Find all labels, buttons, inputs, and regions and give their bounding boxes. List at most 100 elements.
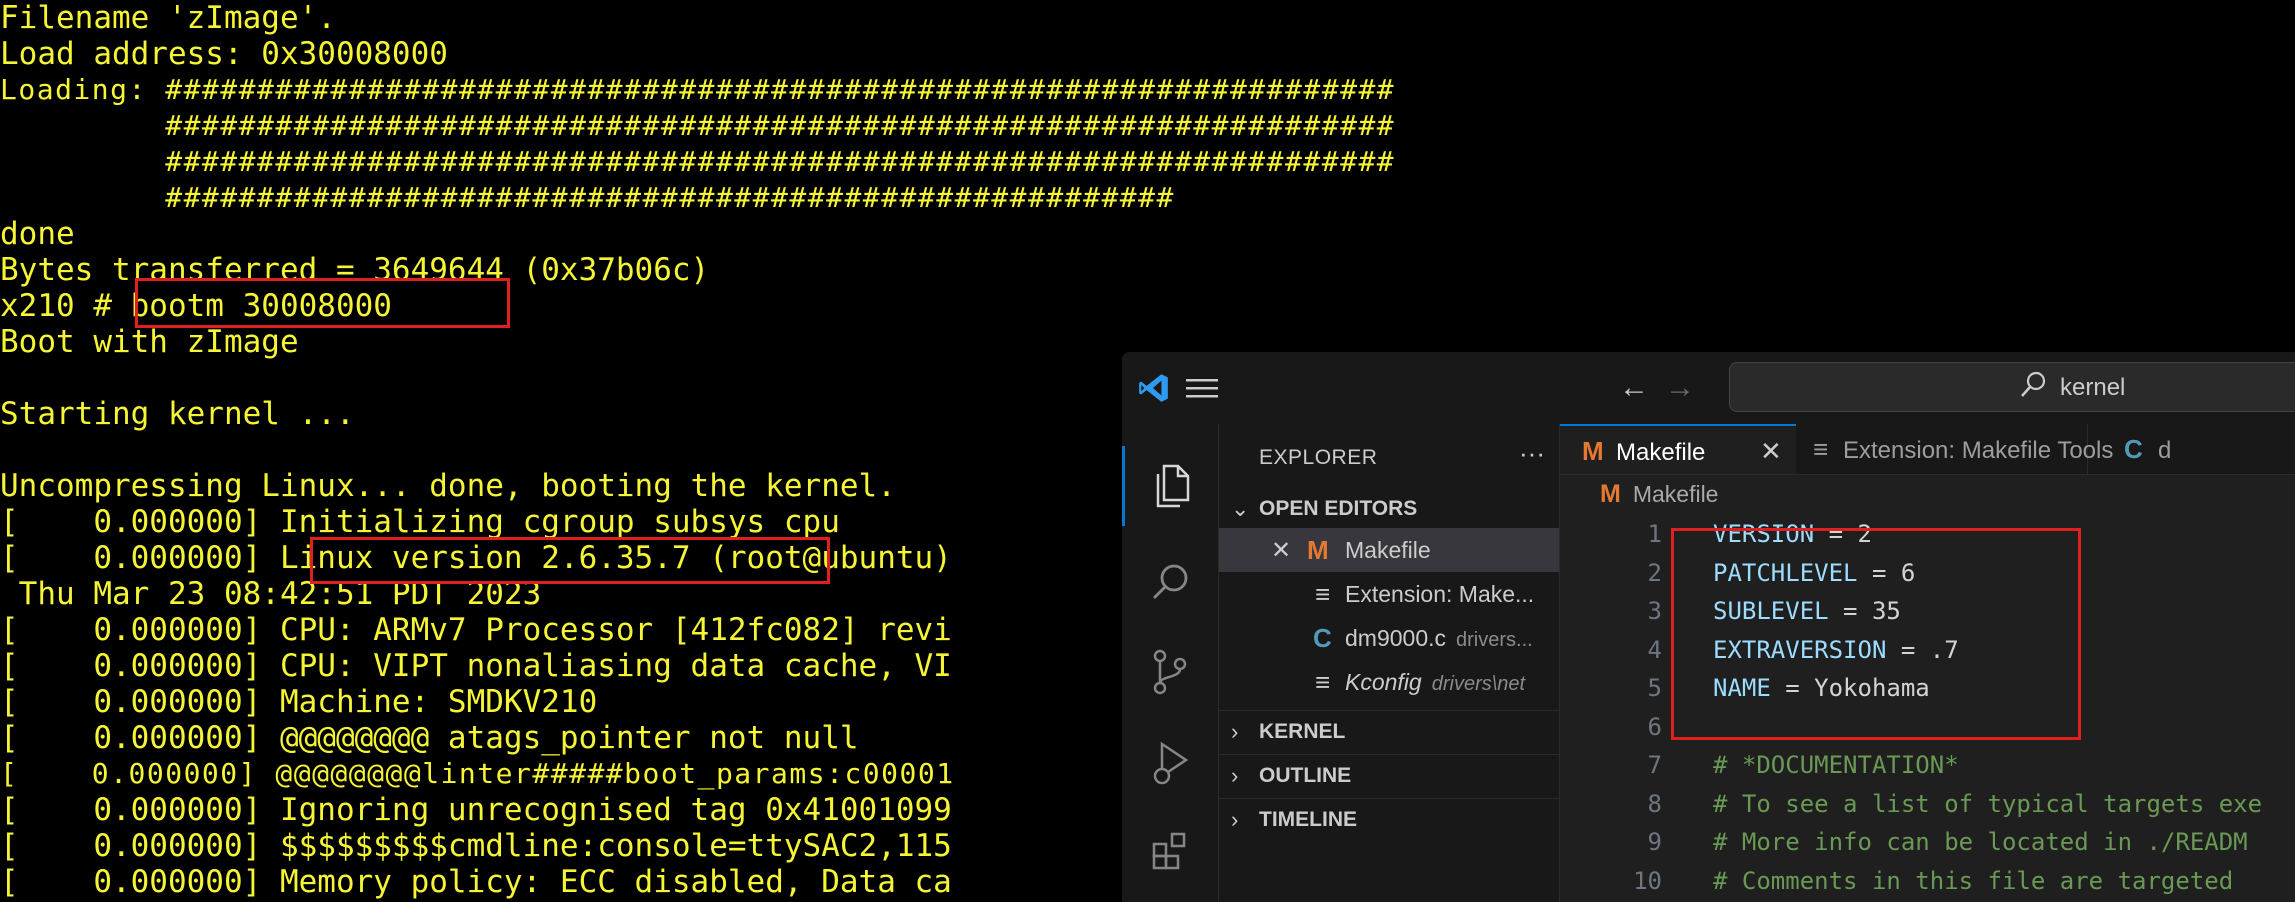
open-editor-makefile[interactable]: ✕ M Makefile (1219, 528, 1559, 572)
code-text: # Comments in this file are targeted (1713, 866, 2234, 895)
open-editor-label: dm9000.c drivers... (1345, 625, 1533, 652)
c-file-icon: C (2124, 434, 2143, 464)
section-label: OPEN EDITORS (1259, 497, 1418, 520)
terminal-line: done (0, 216, 75, 252)
kernel-section[interactable]: › KERNEL (1219, 710, 1559, 751)
open-editor-extension[interactable]: ≡ Extension: Make... (1219, 572, 1559, 616)
open-editor-label: Kconfig drivers\net (1345, 669, 1525, 696)
title-bar: ← → kernel (1122, 352, 2295, 425)
search-text: kernel (2060, 374, 2126, 401)
open-editor-kconfig[interactable]: ≡ Kconfig drivers\net (1219, 660, 1559, 704)
line-number: 10 (1633, 866, 1662, 895)
open-editor-dm9000[interactable]: C dm9000.c drivers... (1219, 616, 1559, 660)
terminal-line: Boot with zImage (0, 324, 299, 360)
close-icon[interactable]: ✕ (1271, 536, 1291, 565)
line-number: 2 (1647, 558, 1662, 587)
tab-label: Makefile (1616, 439, 1706, 466)
terminal-line: Loading: ###############################… (0, 73, 1396, 106)
document-icon: ≡ (1315, 667, 1331, 697)
sidebar-title: EXPLORER (1259, 446, 1378, 469)
chevron-down-icon: ⌄ (1231, 496, 1250, 521)
terminal-line: [ 0.000000] CPU: VIPT nonaliasing data c… (0, 648, 952, 684)
tab-label: d (2158, 437, 2172, 464)
tab-dm9000[interactable]: C d (2088, 424, 2295, 474)
source-control-icon[interactable] (1122, 632, 1218, 712)
terminal-line: ########################################… (0, 145, 1396, 178)
terminal-line: [ 0.000000] @@@@@@@@ atags_pointer not n… (0, 720, 859, 756)
terminal-line: ########################################… (0, 109, 1396, 142)
highlight-bootm (135, 278, 510, 328)
open-editors-section[interactable]: ⌄ OPEN EDITORS (1219, 488, 1559, 528)
breadcrumb[interactable]: M Makefile (1600, 480, 1718, 509)
terminal-line: Starting kernel ... (0, 396, 355, 432)
terminal-line: [ 0.000000] Memory policy: ECC disabled,… (0, 864, 952, 900)
outline-section[interactable]: › OUTLINE (1219, 754, 1559, 795)
terminal-line: [ 0.000000] Initializing cgroup subsys c… (0, 504, 840, 540)
editor-tabs: M Makefile ✕ ≡ Extension: Makefile Tools… (1560, 424, 2295, 475)
file-path: drivers... (1456, 629, 1533, 651)
terminal-line: Load address: 0x30008000 (0, 36, 448, 72)
code-line[interactable]: 7 # *DOCUMENTATION* (1560, 745, 2295, 783)
extensions-icon[interactable] (1122, 810, 1218, 890)
line-number: 7 (1647, 751, 1662, 779)
vscode-logo-icon (1136, 370, 1172, 406)
terminal-line: [ 0.000000] $$$$$$$$$cmdline:console=tty… (0, 828, 952, 864)
open-editor-label: Extension: Make... (1345, 581, 1535, 607)
document-icon: ≡ (1315, 579, 1331, 609)
terminal-line: [ 0.000000] @@@@@@@@linter#####boot_para… (0, 757, 955, 790)
code-text: # *DOCUMENTATION* (1713, 751, 1959, 779)
chevron-right-icon: › (1231, 719, 1239, 744)
section-label: KERNEL (1259, 720, 1346, 743)
line-number: 5 (1647, 674, 1662, 702)
terminal-line: ########################################… (0, 181, 1175, 214)
arrow-right-icon[interactable]: → (1662, 370, 1698, 406)
close-icon[interactable]: ✕ (1760, 436, 1782, 467)
code-line[interactable]: 9 # More info can be located in ./READM (1560, 822, 2295, 860)
activity-bar (1122, 424, 1219, 902)
line-number: 8 (1647, 789, 1662, 818)
search-icon[interactable] (1122, 542, 1218, 622)
open-editor-label: Makefile (1345, 537, 1431, 563)
breadcrumb-label: Makefile (1632, 481, 1719, 507)
terminal-line: [ 0.000000] CPU: ARMv7 Processor [412fc0… (0, 612, 952, 648)
makefile-icon: M (1600, 480, 1621, 508)
file-name: dm9000.c (1345, 625, 1447, 651)
line-number: 9 (1647, 828, 1662, 856)
search-icon (2020, 371, 2046, 406)
code-text: # More info can be located in ./READM (1713, 828, 2248, 856)
explorer-sidebar: EXPLORER ··· ⌄ OPEN EDITORS ✕ M Makefile… (1219, 424, 1560, 902)
tab-label: Extension: Makefile Tools (1843, 437, 2114, 464)
file-name: Kconfig (1345, 669, 1422, 695)
terminal-line: [ 0.000000] Ignoring unrecognised tag 0x… (0, 792, 952, 828)
code-line[interactable]: 8 # To see a list of typical targets exe (1560, 784, 2295, 822)
terminal-line: Uncompressing Linux... done, booting the… (0, 468, 896, 504)
timeline-section[interactable]: › TIMELINE (1219, 798, 1559, 839)
arrow-left-icon[interactable]: ← (1616, 370, 1652, 406)
terminal-line: [ 0.000000] Machine: SMDKV210 (0, 684, 598, 720)
line-number: 6 (1647, 712, 1662, 741)
c-file-icon: C (1313, 623, 1332, 653)
code-text: # To see a list of typical targets exe (1713, 789, 2263, 818)
terminal-line: Filename 'zImage'. (0, 0, 336, 36)
explorer-files-icon[interactable] (1122, 446, 1218, 526)
makefile-icon: M (1307, 535, 1329, 565)
line-number: 4 (1647, 635, 1662, 664)
section-label: OUTLINE (1259, 764, 1352, 787)
chevron-right-icon: › (1231, 807, 1239, 832)
run-debug-icon[interactable] (1122, 722, 1218, 802)
highlight-linux-version (310, 537, 830, 584)
tab-extension-makefile-tools[interactable]: ≡ Extension: Makefile Tools (1797, 424, 2113, 474)
document-icon: ≡ (1813, 434, 1829, 464)
highlight-version-block (1671, 528, 2081, 740)
menu-icon[interactable] (1184, 370, 1220, 406)
line-number: 3 (1647, 597, 1662, 625)
chevron-right-icon: › (1231, 763, 1239, 788)
command-center-search[interactable]: kernel (1729, 362, 2295, 412)
code-line[interactable]: 10 # Comments in this file are targeted (1560, 861, 2295, 899)
more-actions-icon[interactable]: ··· (1519, 438, 1545, 469)
line-number: 1 (1647, 520, 1662, 548)
section-label: TIMELINE (1259, 808, 1357, 831)
makefile-icon: M (1582, 436, 1604, 466)
file-path: drivers\net (1431, 673, 1526, 695)
tab-makefile[interactable]: M Makefile ✕ (1560, 424, 1796, 474)
